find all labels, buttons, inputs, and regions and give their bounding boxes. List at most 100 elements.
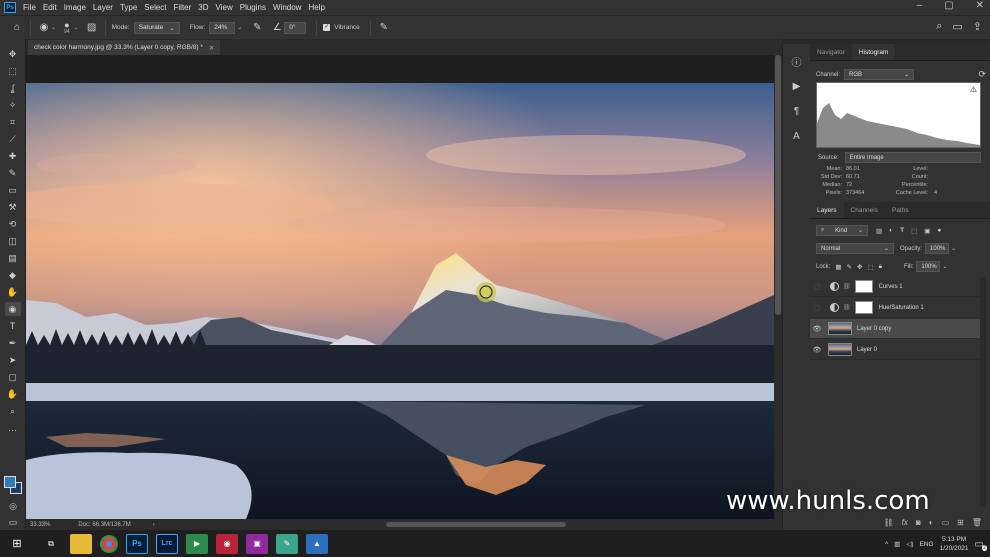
marquee-tool-icon[interactable]: ⬚ [5, 64, 21, 78]
lock-all-icon[interactable]: 🔒︎ [879, 263, 882, 271]
link-layers-icon[interactable]: ⛓ [884, 518, 894, 527]
menu-type[interactable]: Type [120, 3, 137, 12]
lock-position-icon[interactable]: ✥ [857, 263, 862, 271]
healing-tool-icon[interactable]: ✚ [5, 149, 21, 163]
quick-select-tool-icon[interactable]: ✧ [5, 98, 21, 112]
sponge-tool-preset-icon[interactable]: ◉ [37, 21, 51, 35]
canvas-horizontal-scrollbar[interactable] [386, 522, 566, 527]
filter-smart-object-icon[interactable]: ▣ [924, 227, 930, 235]
menu-plugins[interactable]: Plugins [240, 3, 266, 12]
menu-file[interactable]: File [23, 3, 36, 12]
zoom-level[interactable]: 33.33% [30, 522, 50, 528]
foreground-color-swatch[interactable] [4, 476, 16, 488]
filter-toggle-icon[interactable]: ● [937, 227, 941, 234]
search-icon[interactable]: ⌕ [936, 20, 942, 33]
layer-row-curves[interactable]: ▢ ⛓ Curves 1 [810, 277, 980, 297]
lightroom-classic-icon[interactable]: Lrc [156, 533, 178, 554]
document-tab[interactable]: check color harmony.jpg @ 33.3% (Layer 0… [28, 40, 221, 55]
filter-pixel-icon[interactable]: ▨ [876, 227, 882, 235]
chrome-icon[interactable] [100, 534, 118, 553]
hand-tool-icon[interactable]: ✋ [5, 387, 21, 401]
file-explorer-icon[interactable] [70, 533, 92, 554]
menu-help[interactable]: Help [308, 3, 324, 12]
flow-chevron-icon[interactable]: ⌄ [237, 24, 242, 31]
layers-scrollbar[interactable] [980, 277, 986, 507]
task-view-icon[interactable]: ⧉ [40, 534, 62, 554]
visibility-toggle[interactable]: ▢ [810, 304, 824, 312]
source-dropdown[interactable]: Entire Image [844, 152, 981, 163]
notifications-icon[interactable]: ▭ 2 [975, 539, 987, 551]
filter-type-icon[interactable]: T [900, 227, 904, 234]
close-icon[interactable]: ✕ [976, 0, 984, 11]
clock[interactable]: 5:13 PM 1/20/2021 [940, 535, 969, 553]
pressure-icon[interactable]: ✎ [377, 21, 391, 35]
menu-3d[interactable]: 3D [198, 3, 208, 12]
blur-tool-icon[interactable]: ◆ [5, 268, 21, 282]
more-tools-icon[interactable]: … [5, 421, 21, 435]
layer-name[interactable]: Hue/Saturation 1 [879, 305, 924, 311]
layer-row-hue-saturation[interactable]: ▢ ⛓ Hue/Saturation 1 [810, 298, 980, 318]
menu-view[interactable]: View [216, 3, 233, 12]
clone-stamp-tool-icon[interactable]: ⚒ [5, 200, 21, 214]
volume-icon[interactable]: ◁) [906, 540, 913, 548]
eye-icon[interactable]: 👁︎ [810, 346, 824, 354]
brush-tool-icon[interactable]: ✎ [5, 166, 21, 180]
blend-mode-dropdown[interactable]: Normal ⌄ [816, 243, 894, 254]
warning-icon[interactable]: ⚠ [970, 85, 977, 94]
menu-filter[interactable]: Filter [174, 3, 192, 12]
tab-histogram[interactable]: Histogram [851, 44, 896, 60]
burn-tool-icon[interactable]: ✋ [5, 285, 21, 299]
shape-tool-icon[interactable]: ▢ [5, 370, 21, 384]
new-group-icon[interactable]: ▭ [942, 518, 950, 527]
brush-settings-icon[interactable]: ▨ [85, 21, 99, 35]
network-icon[interactable]: ▥ [894, 540, 900, 548]
new-adjustment-icon[interactable]: ◐ [929, 518, 934, 527]
photos-app-icon[interactable]: ▲ [306, 533, 328, 554]
screen-mode-icon[interactable]: ▭ [5, 515, 21, 529]
scrollbar-thumb[interactable] [775, 55, 781, 315]
type-tool-icon[interactable]: T [5, 319, 21, 333]
preset-chevron-icon[interactable]: ⌄ [51, 24, 56, 31]
crop-tool-icon[interactable]: ⌗ [5, 115, 21, 129]
new-layer-icon[interactable]: ⊞ [957, 518, 964, 527]
eraser-tool-icon[interactable]: ◫ [5, 234, 21, 248]
paragraph-icon[interactable]: ¶ [788, 102, 806, 120]
path-select-tool-icon[interactable]: ➤ [5, 353, 21, 367]
doc-size-info[interactable]: Doc: 66.3M/136.7M [78, 522, 130, 528]
tray-chevron-icon[interactable]: ^ [885, 541, 888, 548]
angle-input[interactable]: 0° [284, 21, 307, 34]
tab-channels[interactable]: Channels [844, 202, 885, 218]
layer-style-icon[interactable]: fx [902, 518, 908, 527]
menu-image[interactable]: Image [64, 3, 86, 12]
glyphs-icon[interactable]: A [788, 127, 806, 145]
lock-pixels-icon[interactable]: ✎ [847, 263, 852, 271]
menu-layer[interactable]: Layer [93, 3, 113, 12]
pen-tool-icon[interactable]: ✒ [5, 336, 21, 350]
fill-chevron-icon[interactable]: ⌄ [942, 263, 947, 270]
filter-adjustment-icon[interactable]: ◐ [889, 227, 893, 234]
refresh-icon[interactable]: ⟳ [978, 69, 986, 80]
vibrance-checkbox[interactable]: ✓ [323, 24, 331, 31]
airbrush-icon[interactable]: ✎ [250, 21, 264, 35]
menu-edit[interactable]: Edit [43, 3, 57, 12]
brush-size-picker[interactable]: ● 94 [64, 20, 70, 35]
move-tool-icon[interactable]: ✥ [5, 47, 21, 61]
history-brush-tool-icon[interactable]: ⟲ [5, 217, 21, 231]
layer-name[interactable]: Curves 1 [879, 284, 903, 290]
fill-input[interactable]: 100% [916, 261, 941, 272]
minimize-icon[interactable]: – [917, 0, 923, 11]
app-purple-icon[interactable]: ▣ [246, 533, 268, 554]
menu-window[interactable]: Window [273, 3, 301, 12]
layer-mask-thumbnail[interactable] [854, 301, 873, 314]
lock-artboard-icon[interactable]: ⬚ [867, 263, 873, 271]
close-tab-icon[interactable]: ✕ [209, 44, 214, 52]
menu-select[interactable]: Select [144, 3, 166, 12]
lock-transparent-icon[interactable]: ▦ [835, 263, 841, 271]
layer-row-layer-0[interactable]: 👁︎ Layer 0 [810, 340, 980, 360]
chain-link-icon[interactable]: ⛓ [843, 283, 851, 290]
maximize-icon[interactable]: ▢ [944, 0, 953, 11]
info-icon[interactable]: ⓘ [788, 52, 806, 70]
layer-row-layer-0-copy[interactable]: 👁︎ Layer 0 copy [810, 319, 980, 339]
eyedropper-tool-icon[interactable]: ⟋ [5, 132, 21, 146]
add-mask-icon[interactable]: ◙ [916, 518, 921, 527]
